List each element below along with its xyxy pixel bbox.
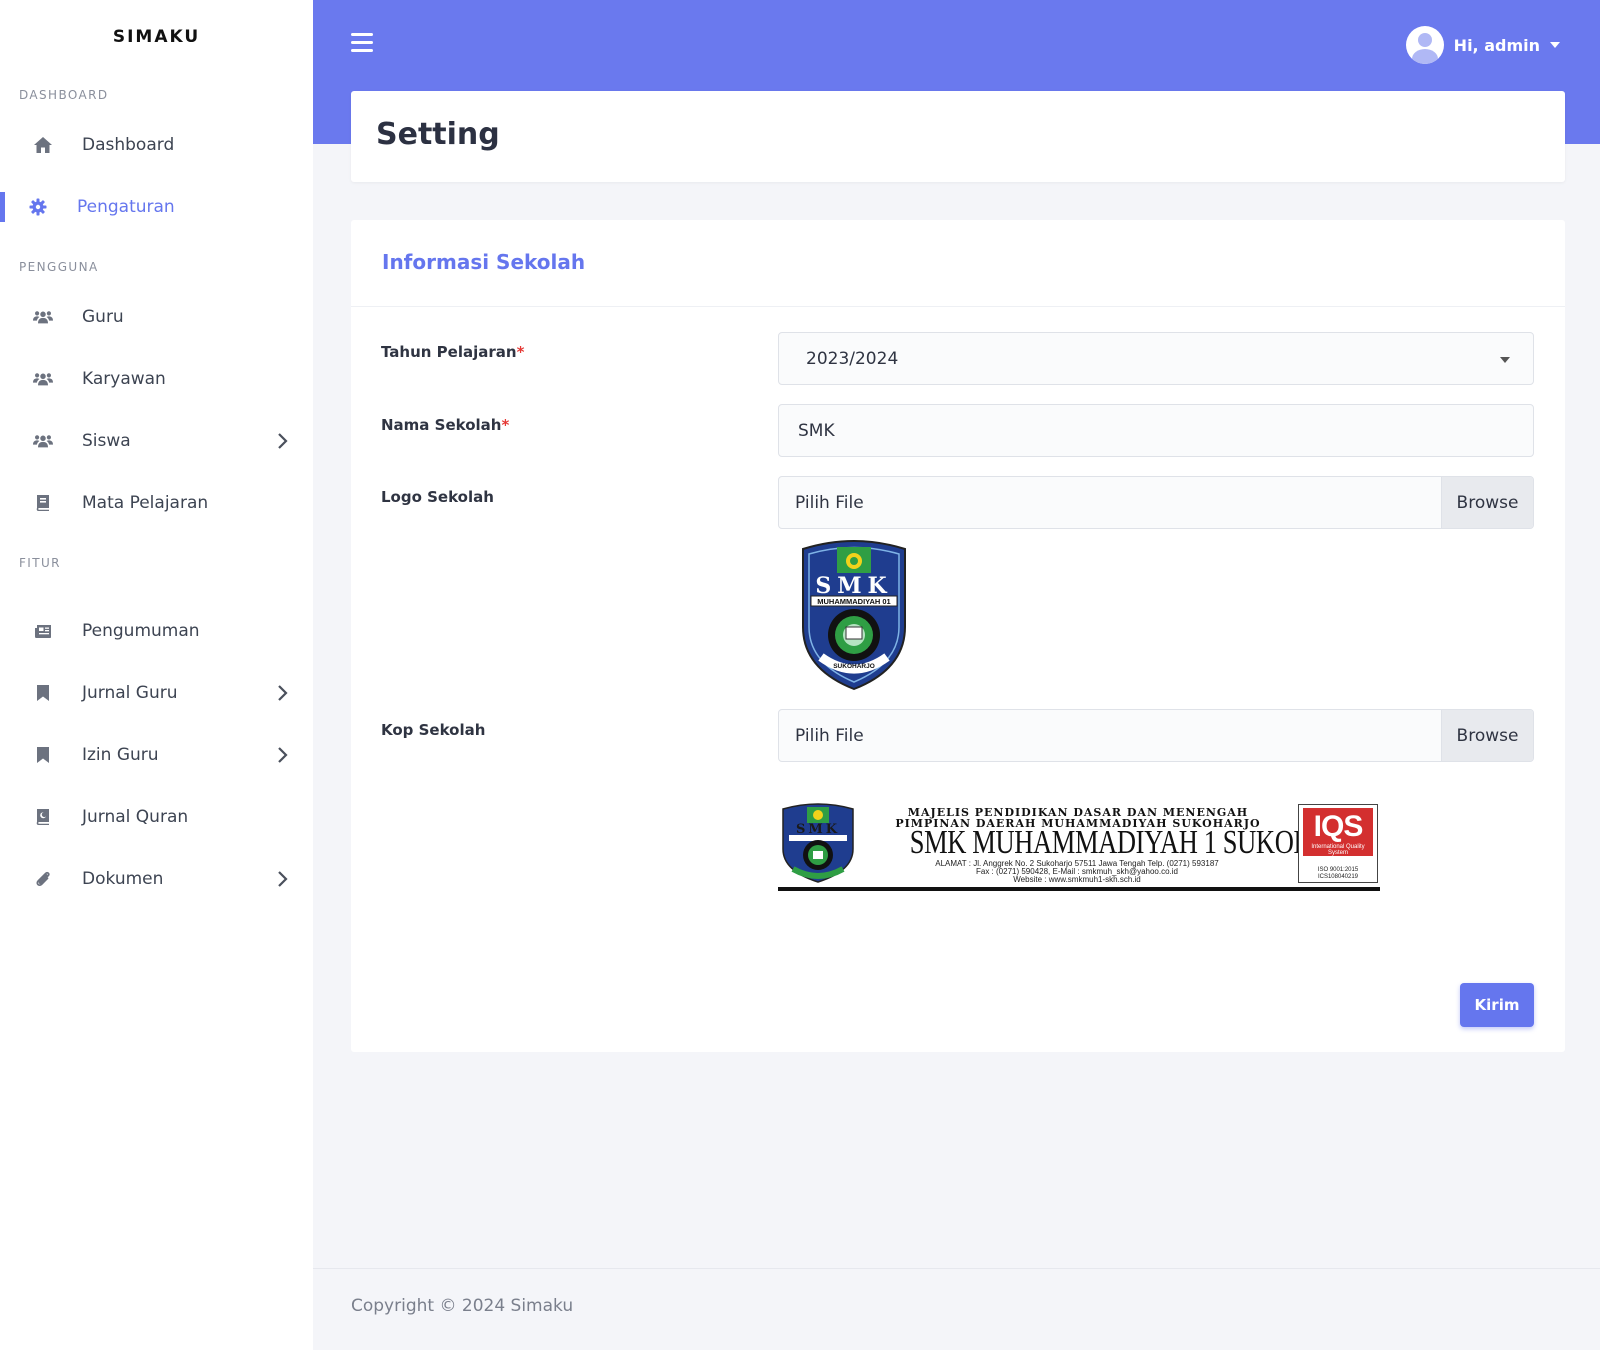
letterhead-image: SMK MAJELIS PENDIDIKAN DASAR DAN MENENGA… <box>778 802 1380 891</box>
sidebar: SIMAKU DASHBOARD Dashboard Pengaturan PE… <box>0 0 313 1350</box>
iqs-cert-line-2: ICS108040219 <box>1317 874 1359 880</box>
section-header-dashboard: DASHBOARD <box>19 88 109 102</box>
browse-button[interactable]: Browse <box>1441 710 1533 761</box>
sidebar-item-izin-guru[interactable]: Izin Guru <box>0 724 313 786</box>
sidebar-item-label: Jurnal Quran <box>82 807 189 827</box>
sidebar-item-label: Dokumen <box>82 869 164 889</box>
iqs-certificate: ISO 9001:2015 ICS108040219 <box>1303 867 1373 881</box>
sidebar-item-label: Dashboard <box>82 135 175 155</box>
home-icon <box>33 135 53 155</box>
tahun-pelajaran-select[interactable]: 2023/2024 <box>778 332 1534 385</box>
sidebar-item-siswa[interactable]: Siswa <box>0 410 313 472</box>
users-icon <box>33 431 53 451</box>
paperclip-icon <box>33 869 53 889</box>
caret-down-icon <box>1550 42 1560 48</box>
caret-down-icon <box>1500 357 1510 363</box>
user-greeting: Hi, admin <box>1453 35 1540 55</box>
sidebar-item-label: Jurnal Guru <box>82 683 178 703</box>
nama-sekolah-label: Nama Sekolah* <box>381 416 509 434</box>
user-avatar-icon <box>1405 26 1444 64</box>
iqs-cert-line-1: ISO 9001:2015 <box>1317 867 1359 873</box>
required-mark: * <box>516 343 525 361</box>
sidebar-item-pengumuman[interactable]: Pengumuman <box>0 600 313 662</box>
section-header-pengguna: PENGGUNA <box>19 260 99 274</box>
logo-sekolah-label: Logo Sekolah <box>381 488 494 506</box>
letterhead-school-name: SMK MUHAMMADIYAH 1 SUKOHARJO <box>909 824 1378 861</box>
logo-bottom-text: SUKOHARJO <box>833 663 875 670</box>
users-icon <box>33 369 53 389</box>
browse-button[interactable]: Browse <box>1441 477 1533 528</box>
users-icon <box>33 307 53 327</box>
kirim-button[interactable]: Kirim <box>1460 983 1534 1027</box>
sidebar-item-label: Siswa <box>82 431 131 451</box>
bookmark-icon <box>33 745 53 765</box>
letterhead-logo: SMK <box>782 803 854 883</box>
iqs-subtitle: International Quality System <box>1311 844 1365 856</box>
kop-file-input[interactable]: Pilih File Browse <box>778 709 1534 762</box>
sidebar-item-mata-pelajaran[interactable]: Mata Pelajaran <box>0 472 313 534</box>
label-text: Tahun Pelajaran <box>381 343 517 361</box>
iqs-logo-text: IQS <box>1313 810 1364 843</box>
footer: Copyright © 2024 Simaku <box>313 1268 1600 1350</box>
sidebar-item-label: Pengaturan <box>77 197 175 217</box>
page-title-card: Setting <box>351 91 1565 182</box>
user-menu[interactable]: Hi, admin <box>1405 26 1560 64</box>
tahun-pelajaran-label: Tahun Pelajaran* <box>381 343 524 361</box>
chevron-right-icon <box>278 685 288 701</box>
newspaper-icon <box>33 621 53 641</box>
sidebar-item-karyawan[interactable]: Karyawan <box>0 348 313 410</box>
logo-letters: SMK <box>796 822 840 837</box>
logo-ribbon-text: MUHAMMADIYAH 01 <box>817 597 890 606</box>
file-placeholder: Pilih File <box>795 493 864 513</box>
sidebar-item-dokumen[interactable]: Dokumen <box>0 848 313 910</box>
letterhead-address-3: Website : www.smkmuh1-skh.sch.id <box>1013 875 1141 884</box>
sidebar-item-guru[interactable]: Guru <box>0 286 313 348</box>
hamburger-menu-icon[interactable] <box>351 33 373 53</box>
gear-icon <box>28 197 48 217</box>
kop-sekolah-label: Kop Sekolah <box>381 721 486 739</box>
letterhead-address: ALAMAT : Jl. Anggrek No. 2 Sukoharjo 575… <box>872 860 1282 884</box>
logo-file-input[interactable]: Pilih File Browse <box>778 476 1534 529</box>
sidebar-item-label: Mata Pelajaran <box>82 493 209 513</box>
logo-letters: SMK <box>815 573 892 599</box>
sidebar-item-pengaturan[interactable]: Pengaturan <box>0 176 313 238</box>
selected-value: 2023/2024 <box>806 349 899 369</box>
nama-sekolah-input[interactable] <box>778 404 1534 457</box>
section-header-fitur: FITUR <box>19 556 61 570</box>
copyright-text: Copyright © 2024 Simaku <box>351 1296 574 1316</box>
page-title: Setting <box>376 117 500 152</box>
sidebar-item-jurnal-guru[interactable]: Jurnal Guru <box>0 662 313 724</box>
sidebar-item-jurnal-quran[interactable]: Jurnal Quran <box>0 786 313 848</box>
sidebar-item-label: Guru <box>82 307 124 327</box>
brand-logo[interactable]: SIMAKU <box>0 0 313 74</box>
quran-book-icon <box>33 807 53 827</box>
book-icon <box>33 493 53 513</box>
label-text: Nama Sekolah <box>381 416 502 434</box>
chevron-right-icon <box>278 871 288 887</box>
card-title: Informasi Sekolah <box>382 250 586 274</box>
card-header: Informasi Sekolah <box>351 220 1565 307</box>
sidebar-item-label: Pengumuman <box>82 621 200 641</box>
file-placeholder: Pilih File <box>795 726 864 746</box>
iqs-badge: IQS International Quality System ISO 900… <box>1298 804 1378 883</box>
chevron-right-icon <box>278 433 288 449</box>
chevron-right-icon <box>278 747 288 763</box>
required-mark: * <box>501 416 510 434</box>
sidebar-item-dashboard[interactable]: Dashboard <box>0 114 313 176</box>
sidebar-item-label: Karyawan <box>82 369 166 389</box>
school-logo-image: SMK MUHAMMADIYAH 01 SUKOHARJO <box>802 540 906 691</box>
bookmark-icon <box>33 683 53 703</box>
letterhead-divider <box>778 887 1380 891</box>
sidebar-item-label: Izin Guru <box>82 745 159 765</box>
